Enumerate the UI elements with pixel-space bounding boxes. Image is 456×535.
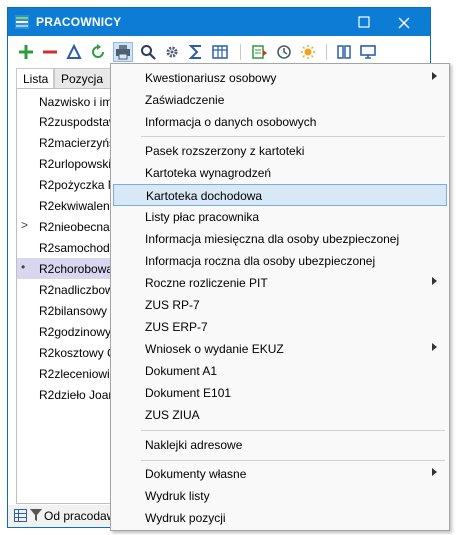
edit-button[interactable] xyxy=(64,42,84,62)
toolbar-separator xyxy=(326,44,327,60)
printer-icon xyxy=(116,45,130,60)
title-bar: PRACOWNICY xyxy=(8,8,430,36)
minus-icon xyxy=(43,50,57,54)
sun-icon xyxy=(301,45,315,59)
menu-item-label: Wniosek o wydanie EKUZ xyxy=(145,342,284,356)
menu-item-label: ZUS ERP-7 xyxy=(145,320,208,334)
menu-item-ekuz[interactable]: Wniosek o wydanie EKUZ xyxy=(113,338,447,360)
menu-item-zus-ziua[interactable]: ZUS ZIUA xyxy=(113,404,447,426)
refresh-button[interactable] xyxy=(88,42,108,62)
menu-item-kartoteka-wynagrodzen[interactable]: Kartoteka wynagrodzeń xyxy=(113,162,447,184)
menu-item-listy-plac[interactable]: Listy płac pracownika xyxy=(113,206,447,228)
gear-icon xyxy=(166,46,178,58)
delete-button[interactable] xyxy=(40,42,60,62)
menu-item-label: Dokumenty własne xyxy=(145,467,247,481)
menu-item-informacja-dane[interactable]: Informacja o danych osobowych xyxy=(113,111,447,133)
split-icon xyxy=(337,45,351,59)
menu-item-label: ZUS ZIUA xyxy=(145,408,200,422)
submenu-arrow-icon xyxy=(432,343,437,351)
menu-item-dokument-e101[interactable]: Dokument E101 xyxy=(113,382,447,404)
menu-item-label: Zaświadczenie xyxy=(145,93,225,107)
menu-item-dokumenty-wlasne[interactable]: Dokumenty własne xyxy=(113,463,447,485)
menu-item-label: Informacja miesięczna dla osoby ubezpiec… xyxy=(145,232,400,246)
print-context-menu: Kwestionariusz osobowy Zaświadczenie Inf… xyxy=(110,63,450,531)
menu-item-roczne-pit[interactable]: Roczne rozliczenie PIT xyxy=(113,272,447,294)
schedule-button[interactable] xyxy=(274,42,294,62)
menu-item-informacja-roczna[interactable]: Informacja roczna dla osoby ubezpieczone… xyxy=(113,250,447,272)
monitor-icon xyxy=(360,45,376,59)
tab-pozycja[interactable]: Pozycja xyxy=(54,68,116,88)
export-icon xyxy=(252,45,267,59)
maximize-button[interactable] xyxy=(344,8,384,36)
close-button[interactable] xyxy=(384,8,424,36)
menu-separator xyxy=(141,136,445,137)
filter-icon[interactable] xyxy=(30,509,42,522)
maximize-icon xyxy=(358,16,370,28)
menu-item-dokument-a1[interactable]: Dokument A1 xyxy=(113,360,447,382)
menu-item-zus-erp7[interactable]: ZUS ERP-7 xyxy=(113,316,447,338)
menu-item-label: Pasek rozszerzony z kartoteki xyxy=(145,144,305,158)
monitor-button[interactable] xyxy=(358,42,378,62)
menu-item-wydruk-listy[interactable]: Wydruk listy xyxy=(113,485,447,507)
search-button[interactable] xyxy=(138,42,158,62)
tab-label: Lista xyxy=(23,72,49,86)
submenu-arrow-icon xyxy=(432,468,437,476)
clock-icon xyxy=(277,45,291,59)
menu-separator xyxy=(141,460,445,461)
menu-item-label: ZUS RP-7 xyxy=(145,298,200,312)
current-row-icon: > xyxy=(21,218,29,232)
split-view-button[interactable] xyxy=(334,42,354,62)
menu-item-naklejki[interactable]: Naklejki adresowe xyxy=(113,434,447,456)
triangle-icon xyxy=(66,44,82,59)
menu-item-kwestionariusz[interactable]: Kwestionariusz osobowy xyxy=(113,67,447,89)
menu-item-zus-rp7[interactable]: ZUS RP-7 xyxy=(113,294,447,316)
sigma-icon xyxy=(188,45,201,59)
close-icon xyxy=(398,17,410,29)
toolbar-separator xyxy=(240,44,241,60)
submenu-arrow-icon xyxy=(432,72,437,80)
menu-item-zaswiadczenie[interactable]: Zaświadczenie xyxy=(113,89,447,111)
app-icon xyxy=(15,15,29,29)
menu-item-wydruk-pozycji[interactable]: Wydruk pozycji xyxy=(113,507,447,529)
menu-item-label: Listy płac pracownika xyxy=(145,210,260,224)
menu-separator xyxy=(141,430,445,431)
columns-button[interactable] xyxy=(210,42,230,62)
menu-item-label: Informacja o danych osobowych xyxy=(145,115,317,129)
add-button[interactable] xyxy=(16,42,36,62)
window-title: PRACOWNICY xyxy=(36,15,122,29)
menu-item-informacja-miesieczna[interactable]: Informacja miesięczna dla osoby ubezpiec… xyxy=(113,228,447,250)
table-icon xyxy=(212,45,228,59)
menu-item-label: Kartoteka wynagrodzeń xyxy=(145,166,272,180)
status-filter-text: Od pracodaw xyxy=(44,509,116,523)
sum-button[interactable] xyxy=(186,42,206,62)
wizard-button[interactable] xyxy=(298,42,318,62)
plus-icon xyxy=(19,45,33,59)
settings-button[interactable] xyxy=(162,42,182,62)
grid-icon[interactable] xyxy=(14,509,27,522)
menu-item-label: Naklejki adresowe xyxy=(145,438,243,452)
export-button[interactable] xyxy=(250,42,270,62)
tab-lista[interactable]: Lista xyxy=(16,68,54,88)
search-icon xyxy=(141,45,156,60)
menu-item-label: Kwestionariusz osobowy xyxy=(145,71,277,85)
refresh-icon xyxy=(92,44,104,58)
menu-item-label: Dokument E101 xyxy=(145,386,232,400)
tab-label: Pozycja xyxy=(61,72,104,86)
menu-item-kartoteka-dochodowa[interactable]: Kartoteka dochodowa xyxy=(113,184,447,206)
submenu-arrow-icon xyxy=(432,277,437,285)
menu-item-label: Wydruk listy xyxy=(145,489,210,503)
menu-item-label: Wydruk pozycji xyxy=(145,511,226,525)
menu-item-label: Dokument A1 xyxy=(145,364,218,378)
menu-item-label: Kartoteka dochodowa xyxy=(146,189,263,203)
selected-dot-icon: • xyxy=(21,260,26,274)
menu-item-pasek[interactable]: Pasek rozszerzony z kartoteki xyxy=(113,140,447,162)
print-button[interactable] xyxy=(113,42,133,62)
menu-item-label: Roczne rozliczenie PIT xyxy=(145,276,268,290)
menu-item-label: Informacja roczna dla osoby ubezpieczone… xyxy=(145,254,376,268)
